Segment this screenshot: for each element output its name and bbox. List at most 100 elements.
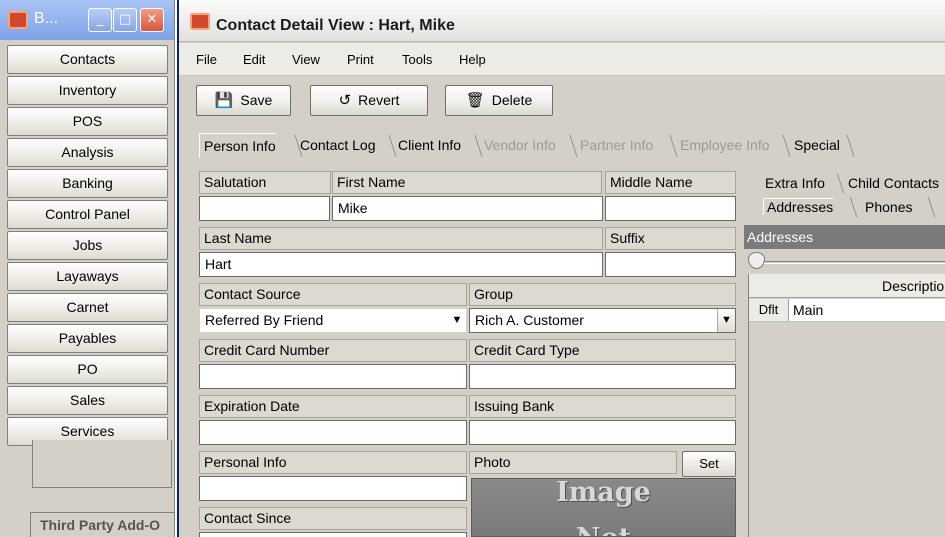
description-cell: Main xyxy=(793,302,824,318)
minimize-button[interactable]: _ xyxy=(88,8,112,32)
launcher-title: B... xyxy=(34,10,59,27)
personal-info-field[interactable] xyxy=(199,476,467,501)
description-column-header[interactable]: Description xyxy=(882,278,945,294)
splitter-track xyxy=(754,261,945,264)
splitter-handle[interactable] xyxy=(748,252,765,269)
trash-icon: 🗑 xyxy=(465,92,485,109)
credit-card-type-label: Credit Card Type xyxy=(469,339,736,362)
set-photo-button[interactable]: Set xyxy=(682,451,736,477)
revert-icon: ↺ xyxy=(338,92,352,109)
salutation-label: Salutation xyxy=(199,171,331,194)
tab-special[interactable]: Special xyxy=(794,133,840,158)
nav-po-button[interactable]: PO xyxy=(7,355,168,384)
tab-separator xyxy=(463,135,483,157)
tab-partner-info: Partner Info xyxy=(580,137,654,153)
menu-help[interactable]: Help xyxy=(459,52,486,67)
nav-pos-button[interactable]: POS xyxy=(7,107,168,136)
menu-print[interactable]: Print xyxy=(347,52,374,67)
save-button[interactable]: 💾 Save xyxy=(196,85,291,116)
middle-name-label: Middle Name xyxy=(605,171,736,194)
nav-jobs-button[interactable]: Jobs xyxy=(7,231,168,260)
issuing-bank-label: Issuing Bank xyxy=(469,395,736,418)
tab-separator xyxy=(916,197,936,217)
delete-button[interactable]: 🗑 Delete xyxy=(445,85,553,116)
photo-placeholder: Image Not xyxy=(471,478,736,537)
revert-button[interactable]: ↺ Revert xyxy=(310,85,428,116)
nav-inventory-button[interactable]: Inventory xyxy=(7,76,168,105)
contact-source-value: Referred By Friend xyxy=(205,312,324,328)
addresses-section-header: Addresses xyxy=(744,225,945,249)
menu-edit[interactable]: Edit xyxy=(243,52,265,67)
suffix-field[interactable] xyxy=(605,252,736,277)
nav-contacts-button[interactable]: Contacts xyxy=(7,45,168,74)
default-cell: Dflt xyxy=(749,299,789,321)
tab-separator xyxy=(771,135,791,157)
addresses-table: Description Dflt Main xyxy=(748,274,945,537)
tab-addresses[interactable]: Addresses xyxy=(763,198,834,215)
nav-payables-button[interactable]: Payables xyxy=(7,324,168,353)
main-titlebar[interactable]: Contact Detail View : Hart, Mike xyxy=(179,0,945,42)
table-row[interactable]: Dflt Main xyxy=(749,299,945,322)
contact-source-label: Contact Source xyxy=(199,283,467,306)
tab-extra-info[interactable]: Extra Info xyxy=(765,175,825,191)
last-name-field[interactable]: Hart xyxy=(199,252,603,277)
contact-since-field[interactable] xyxy=(199,532,467,537)
menu-view[interactable]: View xyxy=(292,52,320,67)
group-select[interactable]: Rich A. Customer ▼ xyxy=(469,308,736,333)
suffix-label: Suffix xyxy=(605,227,736,250)
menu-file[interactable]: File xyxy=(196,52,217,67)
third-party-addon-label: Third Party Add-O xyxy=(38,517,163,533)
tab-client-info[interactable]: Client Info xyxy=(398,133,461,158)
launcher-panel-box xyxy=(32,440,172,488)
launcher-nav: Contacts Inventory POS Analysis Banking … xyxy=(7,45,168,448)
credit-card-number-label: Credit Card Number xyxy=(199,339,467,362)
maximize-button[interactable]: □ xyxy=(113,8,137,32)
credit-card-number-field[interactable] xyxy=(199,364,467,389)
credit-card-type-field[interactable] xyxy=(469,364,736,389)
middle-name-field[interactable] xyxy=(605,196,736,221)
contact-source-select[interactable]: Referred By Friend ▼ xyxy=(199,308,467,333)
app-icon xyxy=(190,13,210,30)
app-icon xyxy=(8,11,28,29)
tab-phones[interactable]: Phones xyxy=(865,199,912,215)
tab-separator xyxy=(377,135,397,157)
nav-banking-button[interactable]: Banking xyxy=(7,169,168,198)
expiration-date-label: Expiration Date xyxy=(199,395,467,418)
contact-detail-window: Contact Detail View : Hart, Mike File Ed… xyxy=(177,0,945,537)
personal-info-label: Personal Info xyxy=(199,451,467,474)
last-name-label: Last Name xyxy=(199,227,603,250)
photo-label: Photo xyxy=(469,451,677,474)
chevron-down-icon[interactable]: ▼ xyxy=(717,309,735,332)
nav-carnet-button[interactable]: Carnet xyxy=(7,293,168,322)
nav-layaways-button[interactable]: Layaways xyxy=(7,262,168,291)
group-label: Group xyxy=(469,283,736,306)
menu-bar: File Edit View Print Tools Help xyxy=(179,43,945,76)
nav-sales-button[interactable]: Sales xyxy=(7,386,168,415)
table-header: Description xyxy=(749,274,945,298)
revert-label: Revert xyxy=(358,92,400,108)
contact-since-label: Contact Since xyxy=(199,507,467,530)
expiration-date-field[interactable] xyxy=(199,420,467,445)
tab-vendor-info: Vendor Info xyxy=(484,137,556,153)
close-button[interactable]: ✕ xyxy=(140,8,164,32)
floppy-disk-icon: 💾 xyxy=(214,92,234,109)
chevron-down-icon[interactable]: ▼ xyxy=(448,309,466,332)
delete-label: Delete xyxy=(491,92,533,108)
person-info-form: Salutation First Name Middle Name Mike L… xyxy=(196,170,743,537)
launcher-window: B... _ □ ✕ Contacts Inventory POS Analys… xyxy=(0,0,175,537)
tab-contact-log[interactable]: Contact Log xyxy=(300,133,376,158)
tab-separator xyxy=(658,135,678,157)
tab-separator xyxy=(838,197,858,217)
issuing-bank-field[interactable] xyxy=(469,420,736,445)
salutation-field[interactable] xyxy=(199,196,330,221)
menu-tools[interactable]: Tools xyxy=(402,52,432,67)
tab-person-info[interactable]: Person Info xyxy=(199,133,276,158)
group-value: Rich A. Customer xyxy=(475,312,584,328)
nav-analysis-button[interactable]: Analysis xyxy=(7,138,168,167)
toolbar: 💾 Save ↺ Revert 🗑 Delete xyxy=(179,77,945,125)
launcher-titlebar[interactable]: B... _ □ ✕ xyxy=(0,0,174,40)
tab-separator xyxy=(558,135,578,157)
first-name-field[interactable]: Mike xyxy=(332,196,603,221)
nav-control-panel-button[interactable]: Control Panel xyxy=(7,200,168,229)
tab-child-contacts[interactable]: Child Contacts xyxy=(848,175,939,191)
